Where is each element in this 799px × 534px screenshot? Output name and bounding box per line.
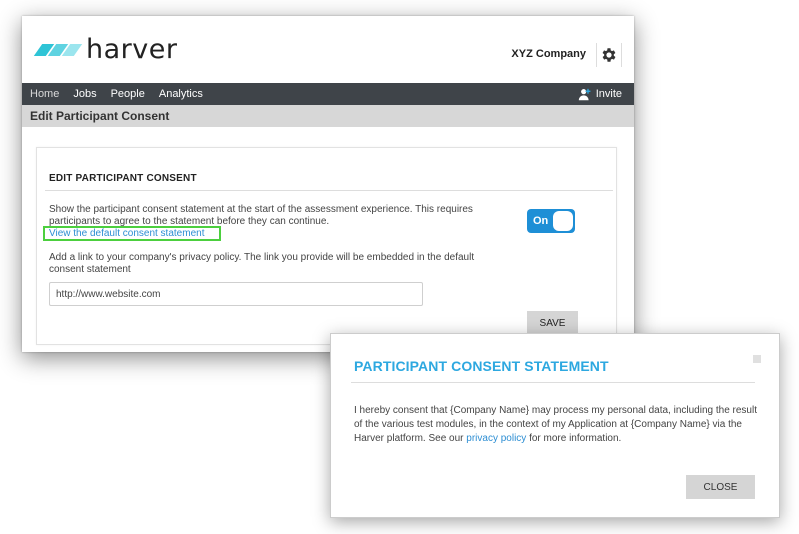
add-user-icon (578, 88, 591, 100)
save-button[interactable]: SAVE (527, 311, 578, 335)
panel-title: EDIT PARTICIPANT CONSENT (49, 173, 197, 184)
harver-logo[interactable]: harver (33, 34, 178, 65)
page-title: Edit Participant Consent (22, 105, 634, 127)
gear-icon (602, 48, 616, 62)
invite-label: Invite (595, 88, 622, 100)
close-icon[interactable] (753, 355, 761, 363)
logo-mark-icon (33, 39, 83, 61)
consent-toggle[interactable]: On (527, 209, 575, 233)
invite-button[interactable]: Invite (578, 83, 622, 105)
divider (45, 190, 613, 191)
nav-analytics[interactable]: Analytics (159, 88, 203, 100)
modal-body: I hereby consent that {Company Name} may… (354, 404, 758, 446)
top-bar: harver XYZ Company (22, 16, 634, 83)
nav-jobs[interactable]: Jobs (73, 88, 96, 100)
consent-modal: PARTICIPANT CONSENT STATEMENT I hereby c… (330, 333, 780, 518)
app-window: harver XYZ Company Home Jobs People Anal… (22, 16, 634, 352)
toggle-label: On (533, 215, 549, 227)
consent-description: Show the participant consent statement a… (49, 204, 473, 227)
modal-title: PARTICIPANT CONSENT STATEMENT (354, 358, 609, 374)
logo-text: harver (86, 34, 178, 65)
consent-panel: EDIT PARTICIPANT CONSENT Show the partic… (36, 147, 617, 345)
nav-home[interactable]: Home (30, 88, 59, 100)
toggle-knob (553, 211, 573, 231)
close-button[interactable]: CLOSE (686, 475, 755, 499)
privacy-policy-link[interactable]: privacy policy (466, 433, 526, 444)
main-nav: Home Jobs People Analytics Invite (22, 83, 634, 105)
company-name[interactable]: XYZ Company (511, 48, 586, 60)
privacy-url-input[interactable] (49, 282, 423, 306)
settings-button[interactable] (596, 43, 622, 67)
privacy-description: Add a link to your company's privacy pol… (49, 252, 475, 275)
modal-body-text-end: for more information. (526, 433, 622, 444)
nav-people[interactable]: People (111, 88, 145, 100)
modal-divider (351, 382, 755, 383)
view-default-consent-link[interactable]: View the default consent statement (49, 228, 204, 239)
